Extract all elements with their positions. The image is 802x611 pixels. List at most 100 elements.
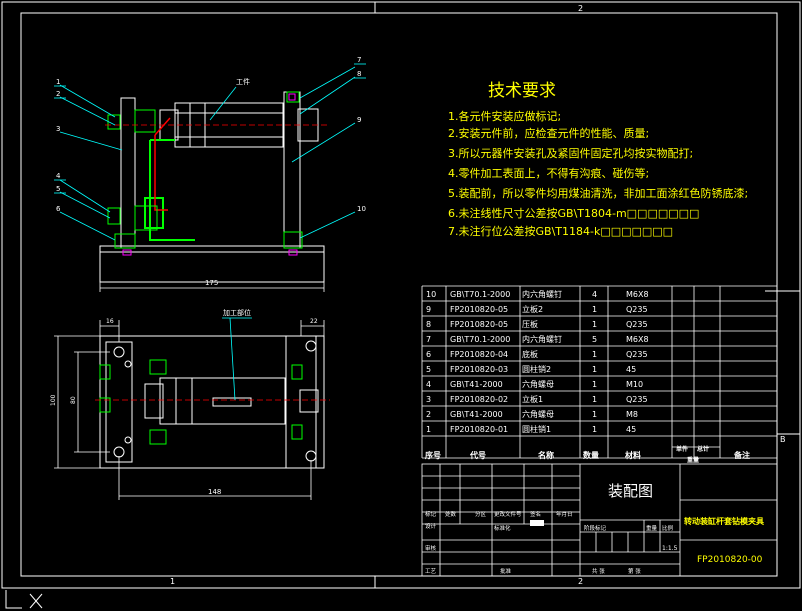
bom-cell: 立板2 (522, 304, 543, 314)
zone-label-bottom-left: 1 (170, 577, 175, 586)
bom-cell: 1 (592, 410, 597, 419)
leader-lines (59, 66, 356, 241)
tech-item-2: 2.安装元件前，应检查元件的性能、质量; (448, 126, 649, 140)
bom-cell: 1 (426, 425, 431, 434)
top-view-dimensions (54, 320, 325, 500)
label-design: 设计 (425, 522, 437, 530)
workpiece-label: 工件 (236, 77, 250, 86)
bom-cell: FP2010820-04 (450, 350, 508, 359)
zone-label-bottom-right: 2 (578, 577, 583, 586)
bom-cell: 内六角螺钉 (522, 334, 562, 344)
bom-cell: 1 (592, 305, 597, 314)
bom-cell: 3 (426, 395, 431, 404)
bom-cell: FP2010820-03 (450, 365, 508, 374)
drawing-number: FP2010820-00 (697, 555, 763, 565)
bom-table: 10 GB\T70.1-2000 内六角螺钉 4 M6X8 9 FP2010820-05 立板… (421, 285, 778, 464)
label-count: 处数 (445, 510, 457, 518)
tech-item-4: 4.零件加工表面上，不得有沟痕、碰伤等; (448, 166, 649, 180)
label-standard: 标准化 (494, 524, 511, 532)
front-width-value: 175 (205, 279, 218, 287)
top-view: 加工部位 16 22 100 80 148 (50, 308, 330, 500)
label-ratio: 比例 (662, 524, 674, 532)
balloon-6: 6 (56, 205, 61, 213)
tech-item-3: 3.所以元器件安装孔及紧固件固定孔均按实物配打; (448, 146, 693, 160)
bom-cell: 1 (592, 380, 597, 389)
part-name: 转动装缸杆套钻模夹具 (684, 516, 764, 526)
label-change-doc: 更改文件号 (494, 510, 522, 518)
balloon-10: 10 (357, 205, 366, 213)
tech-title: 技术要求 (488, 81, 556, 101)
right-fasteners (283, 91, 303, 249)
tech-item-5: 5.装配前，所以零件均用煤油清洗，非加工面涂红色防锈底漆; (448, 186, 748, 200)
bom-cell: FP2010820-02 (450, 395, 508, 404)
bom-cell: FP2010820-01 (450, 425, 508, 434)
bom-cell: 1 (592, 350, 597, 359)
right-clamp-top (285, 335, 317, 469)
bom-cell: Q235 (626, 395, 648, 404)
bom-cell: M10 (626, 380, 643, 389)
bom-header-qty: 数量 (583, 450, 599, 460)
title-block: 装配图 转动装缸杆套钻模夹具 FP2010820-00 1:1.5 标记 处数 … (421, 463, 778, 577)
bom-cell: GB\T41-2000 (450, 380, 503, 389)
bom-cell: M6X8 (626, 335, 649, 344)
bom-header-total: 总计 (697, 445, 709, 453)
label-process: 工艺 (425, 568, 437, 575)
dim-right-value: 22 (310, 318, 318, 325)
top-view-workpiece (144, 377, 319, 425)
bom-header-name: 名称 (538, 450, 554, 460)
green-bracket (144, 139, 195, 241)
bom-cell: 4 (426, 380, 431, 389)
bom-header-remark: 备注 (733, 450, 750, 460)
tech-item-7: 7.未注行位公差按GB\T1184-k□□□□□□□ (448, 224, 673, 238)
machining-label: 加工部位 (223, 308, 251, 317)
balloon-5: 5 (56, 185, 60, 193)
bom-cell: GB\T41-2000 (450, 410, 503, 419)
balloon-2: 2 (56, 90, 60, 98)
bom-cell: 1 (592, 395, 597, 404)
tech-item-6: 6.未注线性尺寸公差按GB\T1804-m□□□□□□□ (448, 206, 699, 220)
title-block-white-fill (530, 520, 544, 526)
bom-cell: 7 (426, 335, 431, 344)
dim-width-value: 148 (208, 488, 221, 496)
balloon-1: 1 (56, 78, 60, 86)
bom-cell: 1 (592, 365, 597, 374)
bom-cell: 1 (592, 425, 597, 434)
bom-cell: Q235 (626, 320, 648, 329)
bom-cell: 压板 (522, 319, 538, 329)
bom-cell: 1 (592, 320, 597, 329)
bom-cell: 内六角螺钉 (522, 289, 562, 299)
base-plate-top (99, 335, 325, 469)
bom-cell: FP2010820-05 (450, 320, 508, 329)
bom-cell: 底板 (522, 349, 538, 359)
bom-cell: 5 (592, 335, 597, 344)
bom-cell: 45 (626, 425, 636, 434)
tech-item-1: 1.各元件安装应做标记; (448, 109, 561, 123)
bom-cell: 8 (426, 320, 431, 329)
balloon-7: 7 (357, 56, 361, 64)
bom-cell: M8 (626, 410, 638, 419)
drawing-type: 装配图 (608, 482, 653, 500)
bom-cell: 4 (592, 290, 597, 299)
bom-cell: 六角螺母 (522, 409, 554, 419)
label-sheet-no: 第 张 (628, 567, 641, 575)
label-sheets-total: 共 张 (592, 567, 605, 575)
bom-header-weight: 重量 (687, 456, 699, 464)
bom-cell: M6X8 (626, 290, 649, 299)
zone-label-right: B (780, 435, 786, 444)
bom-cell: 六角螺母 (522, 379, 554, 389)
bom-cell: FP2010820-05 (450, 305, 508, 314)
label-date: 年月日 (556, 510, 573, 518)
top-view-green-parts (99, 359, 303, 445)
bom-cell: 立板1 (522, 394, 543, 404)
bom-rows: 10 GB\T70.1-2000 内六角螺钉 4 M6X8 9 FP2010820-05 立板… (426, 289, 649, 434)
bom-header-material: 材料 (625, 450, 641, 460)
bom-cell: 圆柱销2 (522, 364, 551, 374)
label-zone: 分区 (475, 510, 487, 518)
scale-value: 1:1.5 (662, 545, 678, 552)
label-stage-mark: 阶段标记 (584, 524, 607, 532)
ucs-icon (5, 590, 43, 609)
cad-drawing-canvas: 2 1 2 B 1 2 3 4 5 6 7 8 9 10 工件 175 加工部位… (1, 1, 801, 609)
bom-cell: 5 (426, 365, 431, 374)
bom-cell: 圆柱销1 (522, 424, 551, 434)
bom-cell: 9 (426, 305, 431, 314)
